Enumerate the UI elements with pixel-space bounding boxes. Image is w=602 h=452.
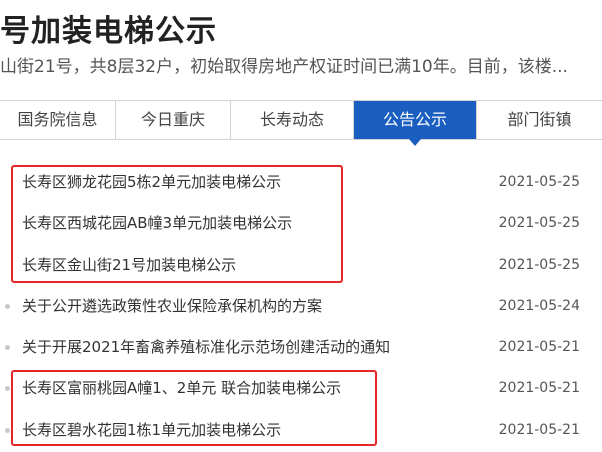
- news-title-link[interactable]: 关于开展2021年畜禽养殖标准化示范场创建活动的通知: [22, 327, 390, 368]
- news-item[interactable]: 长寿区狮龙花园5栋2单元加装电梯公示 2021-05-25: [0, 162, 602, 203]
- news-item[interactable]: 长寿区西城花园AB幢3单元加装电梯公示 2021-05-25: [0, 203, 602, 244]
- news-date: 2021-05-25: [498, 256, 580, 273]
- bullet-dot-icon: [5, 386, 10, 392]
- tab-state-council-info[interactable]: 国务院信息: [0, 101, 116, 139]
- bullet-dot-icon: [5, 427, 10, 433]
- news-title-link[interactable]: 长寿区富丽桃园A幢1、2单元 联合加装电梯公示: [22, 368, 341, 409]
- news-item[interactable]: 长寿区富丽桃园A幢1、2单元 联合加装电梯公示 2021-05-21: [0, 368, 602, 409]
- news-item[interactable]: 长寿区金山街21号加装电梯公示 2021-05-25: [0, 245, 602, 286]
- tab-label: 公告公示: [382, 110, 447, 129]
- tab-chongqing-today[interactable]: 今日重庆: [116, 101, 231, 139]
- bullet-dot-icon: [5, 345, 10, 351]
- news-date: 2021-05-25: [498, 174, 580, 190]
- category-tabs: 国务院信息 今日重庆 长寿动态 公告公示 部门街镇: [0, 100, 602, 146]
- tab-departments-towns[interactable]: 部门街镇: [477, 101, 602, 139]
- tab-label: 部门街镇: [507, 110, 572, 129]
- news-item[interactable]: 关于开展2021年畜禽养殖标准化示范场创建活动的通知 2021-05-21: [0, 327, 602, 368]
- news-title-link[interactable]: 长寿区西城花园AB幢3单元加装电梯公示: [22, 203, 292, 244]
- news-title-link[interactable]: 关于公开遴选政策性农业保险承保机构的方案: [22, 286, 322, 327]
- tab-changshou-news[interactable]: 长寿动态: [231, 101, 354, 139]
- tab-announcements[interactable]: 公告公示: [354, 101, 477, 146]
- active-tab-caret-icon: [409, 139, 421, 146]
- news-date: 2021-05-21: [498, 380, 580, 397]
- news-item[interactable]: 关于公开遴选政策性农业保险承保机构的方案 2021-05-24: [0, 286, 602, 327]
- news-title-link[interactable]: 长寿区狮龙花园5栋2单元加装电梯公示: [22, 162, 281, 203]
- news-list: 长寿区狮龙花园5栋2单元加装电梯公示 2021-05-25 长寿区西城花园AB幢…: [0, 162, 602, 451]
- news-title-link[interactable]: 长寿区金山街21号加装电梯公示: [22, 245, 236, 286]
- news-date: 2021-05-21: [498, 339, 580, 356]
- bullet-dot-icon: [5, 303, 10, 309]
- tab-label: 长寿动态: [259, 110, 324, 129]
- news-date: 2021-05-24: [498, 297, 580, 314]
- news-item[interactable]: 长寿区碧水花园1栋1单元加装电梯公示 2021-05-21: [0, 410, 602, 451]
- article-headline: 号加装电梯公示: [0, 14, 217, 49]
- tab-label: 今日重庆: [140, 110, 205, 129]
- tab-label: 国务院信息: [17, 110, 98, 129]
- news-title-link[interactable]: 长寿区碧水花园1栋1单元加装电梯公示: [22, 410, 281, 451]
- news-date: 2021-05-25: [498, 215, 580, 232]
- news-date: 2021-05-21: [498, 421, 580, 438]
- article-summary: 山街21号，共8层32户，初始取得房地产权证时间已满10年。目前，该楼...: [0, 57, 568, 77]
